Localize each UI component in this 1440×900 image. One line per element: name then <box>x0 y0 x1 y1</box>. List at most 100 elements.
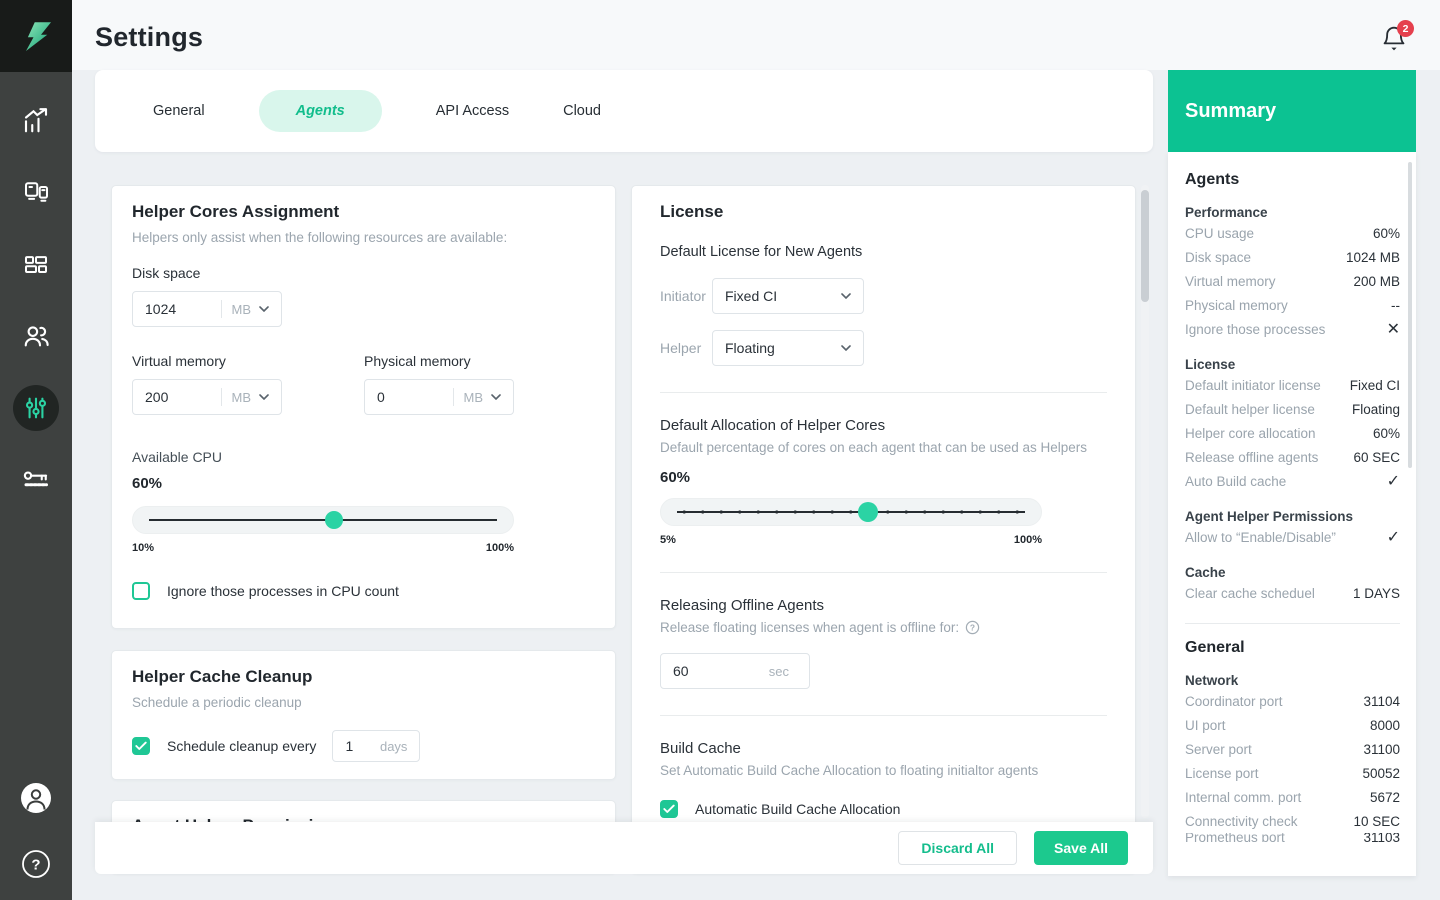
summary-row-label: Virtual memory <box>1185 274 1276 289</box>
settings-tab-bar: General Agents API Access Cloud <box>95 70 1153 152</box>
summary-row-label: Auto Build cache <box>1185 474 1286 489</box>
scrollbar-thumb[interactable] <box>1141 190 1149 302</box>
save-all-button[interactable]: Save All <box>1034 831 1128 865</box>
disk-space-input[interactable]: 1024 MB <box>132 291 282 327</box>
settings-tab[interactable]: API Access <box>436 90 509 132</box>
summary-row-value: -- <box>1391 298 1400 313</box>
settings-tab[interactable]: Agents <box>259 90 382 132</box>
card-subtitle: Schedule a periodic cleanup <box>132 695 595 710</box>
ignore-processes-checkbox-label: Ignore those processes in CPU count <box>167 583 399 599</box>
summary-row: Release offline agents 60 SEC <box>1185 445 1400 469</box>
slider-thumb[interactable] <box>858 502 878 522</box>
summary-row-value: Floating <box>1352 402 1400 417</box>
agents-icon <box>21 177 51 207</box>
summary-row-value: 5672 <box>1370 790 1400 805</box>
summary-row-label: UI port <box>1185 718 1226 733</box>
summary-title: Summary <box>1185 100 1276 123</box>
summary-row-value: 31103 <box>1363 833 1400 842</box>
schedule-cleanup-label: Schedule cleanup every <box>167 738 316 754</box>
summary-row-value: 60 SEC <box>1353 450 1400 465</box>
summary-row-label: CPU usage <box>1185 226 1254 241</box>
summary-row-label: Release offline agents <box>1185 450 1318 465</box>
summary-row-value: 60% <box>1373 226 1400 241</box>
slider-thumb[interactable] <box>325 511 343 529</box>
summary-scrollbar[interactable] <box>1408 162 1412 468</box>
summary-row-label: Clear cache scheduel <box>1185 586 1315 601</box>
physical-memory-label: Physical memory <box>364 353 514 369</box>
unit-select[interactable]: MB <box>464 390 484 405</box>
cpu-slider[interactable] <box>132 506 514 534</box>
build-cache-title: Build Cache <box>660 740 1107 757</box>
summary-row-value: ✓ <box>1387 527 1400 547</box>
notification-badge: 2 <box>1397 20 1414 37</box>
help-button[interactable]: ? <box>21 849 51 884</box>
sidebar-item-settings[interactable] <box>0 372 72 444</box>
ignore-processes-checkbox[interactable] <box>132 582 150 600</box>
initiator-license-dropdown[interactable]: Fixed CI <box>712 278 864 314</box>
helper-cores-card: Helper Cores Assignment Helpers only ass… <box>111 185 616 629</box>
check-icon <box>663 804 675 814</box>
logo-icon <box>16 16 56 56</box>
initiator-label: Initiator <box>660 288 712 304</box>
summary-row-label: Default helper license <box>1185 402 1315 417</box>
slider-min-label: 10% <box>132 542 154 554</box>
release-timeout-input[interactable]: 60 sec <box>660 653 810 689</box>
summary-row: Allow to “Enable/Disable” ✓ <box>1185 525 1400 549</box>
summary-row-label: Connectivity check <box>1185 814 1298 829</box>
summary-row: UI port8000 <box>1185 713 1400 737</box>
unit-select[interactable]: MB <box>232 302 252 317</box>
page-title: Settings <box>95 22 203 53</box>
helper-license-dropdown[interactable]: Floating <box>712 330 864 366</box>
sidebar-item-users[interactable] <box>0 300 72 372</box>
content-scrollbar[interactable] <box>1141 185 1149 818</box>
summary-row-label: Prometheus port <box>1185 833 1285 842</box>
sidebar-item-licenses[interactable] <box>0 444 72 516</box>
slider-max-label: 100% <box>486 542 514 554</box>
info-tooltip-icon[interactable]: ? <box>965 620 980 635</box>
avatar-icon <box>20 782 52 814</box>
user-avatar[interactable] <box>20 782 52 819</box>
virtual-memory-input[interactable]: 200 MB <box>132 379 282 415</box>
allocation-subtitle: Default percentage of cores on each agen… <box>660 440 1107 455</box>
summary-row-label: License port <box>1185 766 1259 781</box>
summary-row-label: Allow to “Enable/Disable” <box>1185 530 1336 545</box>
allocation-title: Default Allocation of Helper Cores <box>660 417 1107 434</box>
summary-row: Physical memory-- <box>1185 293 1400 317</box>
allocation-slider-value: 60% <box>660 469 1107 486</box>
auto-build-cache-label: Automatic Build Cache Allocation <box>695 801 900 817</box>
summary-row-label: Helper core allocation <box>1185 426 1316 441</box>
slider-max-label: 100% <box>1014 534 1042 546</box>
summary-row-label: Server port <box>1185 742 1252 757</box>
summary-row: Coordinator port31104 <box>1185 689 1400 713</box>
unit-select[interactable]: MB <box>232 390 252 405</box>
license-card: License Default License for New Agents I… <box>631 185 1136 874</box>
summary-row-value: 31100 <box>1363 742 1400 757</box>
sidebar: ? <box>0 0 72 900</box>
analytics-icon <box>21 105 51 135</box>
notifications-button[interactable]: 2 <box>1381 24 1415 58</box>
cleanup-interval-input[interactable]: 1 days <box>332 730 420 762</box>
summary-section-header: Performance <box>1185 204 1400 221</box>
chevron-down-icon <box>841 345 851 351</box>
physical-memory-input[interactable]: 0 MB <box>364 379 514 415</box>
sidebar-item-agents[interactable] <box>0 156 72 228</box>
sidebar-item-analytics[interactable] <box>0 84 72 156</box>
sidebar-item-layout[interactable] <box>0 228 72 300</box>
summary-row-label: Disk space <box>1185 250 1251 265</box>
settings-tab[interactable]: General <box>153 90 205 132</box>
default-license-label: Default License for New Agents <box>660 244 1107 260</box>
summary-row-value: 10 SEC <box>1353 814 1400 829</box>
summary-section-header: Network <box>1185 672 1400 689</box>
settings-sliders-icon <box>22 394 50 422</box>
schedule-cleanup-checkbox[interactable] <box>132 737 150 755</box>
auto-build-cache-checkbox[interactable] <box>660 800 678 818</box>
settings-tab[interactable]: Cloud <box>563 90 601 132</box>
helper-cache-cleanup-card: Helper Cache Cleanup Schedule a periodic… <box>111 650 616 780</box>
summary-row-label: Default initiator license <box>1185 378 1321 393</box>
summary-section-header: Cache <box>1185 564 1400 581</box>
allocation-slider[interactable] <box>660 498 1042 526</box>
summary-row-value: 50052 <box>1362 766 1400 781</box>
app-logo[interactable] <box>0 0 72 72</box>
summary-row-value: 1 DAYS <box>1353 586 1400 601</box>
discard-all-button[interactable]: Discard All <box>898 831 1017 865</box>
